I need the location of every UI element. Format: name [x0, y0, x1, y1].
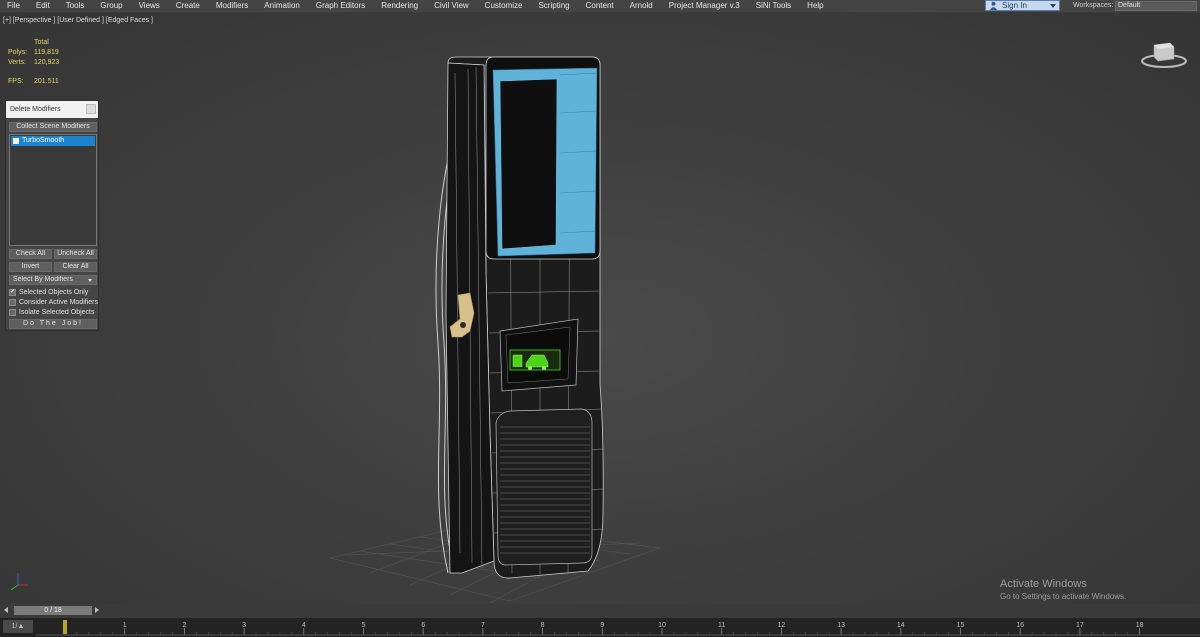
ruler-tick-label: 13	[837, 622, 845, 629]
menu-help[interactable]: Help	[799, 0, 831, 12]
option-label: Consider Active Modifiers	[19, 299, 98, 306]
chevron-down-icon	[88, 279, 92, 282]
menu-file[interactable]: File	[0, 0, 28, 12]
ruler-tick-label: 15	[957, 622, 965, 629]
fps-value: 201.511	[34, 78, 59, 85]
previous-frame-icon[interactable]	[4, 607, 8, 613]
menu-arnold[interactable]: Arnold	[622, 0, 661, 12]
control-panel	[499, 318, 579, 392]
workspace-select[interactable]: Default	[1115, 1, 1197, 11]
menu-graph-editors[interactable]: Graph Editors	[308, 0, 373, 12]
sign-in-label: Sign In	[1002, 1, 1027, 10]
activate-title: Activate Windows	[1000, 578, 1087, 590]
track-bar[interactable]: 1/▲ 1 2 3 4 5 6 7 8 9 10 11 12 13 14 15 16 17 18	[0, 618, 1200, 637]
menu-customize[interactable]: Customize	[477, 0, 531, 12]
user-icon	[989, 1, 998, 10]
ruler-tick-label: 4	[302, 622, 306, 629]
sign-in-button[interactable]: Sign In	[985, 0, 1060, 11]
axis-tripod-icon	[10, 573, 28, 591]
checkbox[interactable]	[9, 299, 16, 306]
menu-rendering[interactable]: Rendering	[373, 0, 426, 12]
select-by-label: Select By Modifiers	[13, 276, 73, 283]
check-all-button[interactable]: Check All	[9, 249, 52, 259]
panel-title: Delete Modifiers	[6, 101, 98, 118]
invert-button[interactable]: Invert	[9, 262, 52, 272]
ruler-tick-label: 10	[658, 622, 666, 629]
ruler-tick-label: 1	[123, 622, 127, 629]
stats-total-header: Total	[34, 39, 49, 46]
menu-modifiers[interactable]: Modifiers	[208, 0, 256, 12]
modifier-list[interactable]: TurboSmooth	[9, 134, 97, 246]
ruler-tick-label: 7	[481, 622, 485, 629]
option-consider-active-modifiers[interactable]: Consider Active Modifiers	[9, 298, 98, 307]
list-item-label: TurboSmooth	[22, 137, 65, 144]
do-the-job-button[interactable]: Do The Job!	[9, 319, 97, 329]
list-item-checkbox[interactable]	[13, 138, 19, 144]
ruler-tick-label: 12	[778, 622, 786, 629]
menu-edit[interactable]: Edit	[28, 0, 58, 12]
clear-all-button[interactable]: Clear All	[54, 262, 97, 272]
menu-civil-view[interactable]: Civil View	[426, 0, 477, 12]
menu-content[interactable]: Content	[578, 0, 622, 12]
fps-label: FPS:	[8, 78, 24, 85]
verts-label: Verts:	[8, 59, 26, 66]
ruler-tick-label: 9	[600, 622, 604, 629]
ruler-tick-label: 14	[897, 622, 905, 629]
screen-frame	[485, 56, 601, 260]
menu-create[interactable]: Create	[168, 0, 208, 12]
checkbox[interactable]	[9, 309, 16, 316]
chevron-down-icon	[1050, 3, 1056, 8]
ruler-tick-label: 8	[541, 622, 545, 629]
ruler-tick-label: 3	[242, 622, 246, 629]
option-label: Selected Objects Only	[19, 289, 89, 296]
activate-windows-watermark: Activate Windows Go to Settings to activ…	[1000, 578, 1126, 601]
polys-label: Polys:	[8, 49, 28, 56]
next-frame-icon[interactable]	[95, 607, 99, 613]
uncheck-all-button[interactable]: Uncheck All	[54, 249, 97, 259]
time-cursor	[63, 620, 67, 634]
delete-modifiers-panel: Delete Modifiers Collect Scene Modifiers…	[5, 100, 99, 331]
list-item-turbosmooth[interactable]: TurboSmooth	[11, 136, 95, 146]
ruler-tick-label: 6	[421, 622, 425, 629]
menu-animation[interactable]: Animation	[256, 0, 308, 12]
ruler-tick-label: 18	[1136, 622, 1144, 629]
viewcube-icon[interactable]	[1140, 37, 1188, 69]
menu-project-manager[interactable]: Project Manager v.3	[661, 0, 748, 12]
perspective-viewport[interactable]: [+] [Perspective ] [User Defined ] [Edge…	[0, 13, 1200, 604]
ruler-tick-label: 2	[182, 622, 186, 629]
ruler-tick-label: 5	[362, 622, 366, 629]
menu-scripting[interactable]: Scripting	[530, 0, 577, 12]
collect-scene-modifiers-button[interactable]: Collect Scene Modifiers	[9, 122, 97, 132]
viewport-scene[interactable]	[0, 13, 1200, 604]
polys-value: 119,819	[34, 49, 59, 56]
viewport-label[interactable]: [+] [Perspective ] [User Defined ] [Edge…	[3, 17, 153, 24]
close-icon[interactable]	[86, 104, 96, 114]
grille	[495, 408, 593, 566]
ruler-tick-label: 17	[1076, 622, 1084, 629]
option-isolate-selected-objects[interactable]: Isolate Selected Objects	[9, 308, 95, 317]
option-label: Isolate Selected Objects	[19, 309, 95, 316]
menu-group[interactable]: Group	[92, 0, 130, 12]
time-slider[interactable]: 0 / 18	[14, 606, 92, 615]
verts-value: 120,923	[34, 59, 60, 66]
workspaces-label: Workspaces:	[1073, 2, 1114, 9]
activate-subtitle: Go to Settings to activate Windows.	[1000, 592, 1127, 601]
checkbox-checked[interactable]: ✔	[9, 289, 16, 296]
stats-overlay: Total Polys: 119,819 Verts: 120,923 FPS: 20…	[8, 38, 59, 87]
time-slider-bar: 0 / 18	[0, 604, 1200, 618]
frame-ruler[interactable]: 1 2 3 4 5 6 7 8 9 10 11 12 13 14 15 16 17 18	[0, 618, 1200, 637]
ruler-tick-label: 11	[718, 622, 725, 629]
menu-tools[interactable]: Tools	[58, 0, 93, 12]
ruler-tick-label: 16	[1016, 622, 1024, 629]
menu-views[interactable]: Views	[131, 0, 168, 12]
option-selected-objects-only[interactable]: ✔ Selected Objects Only	[9, 288, 88, 297]
menu-sini-tools[interactable]: SiNi Tools	[748, 0, 799, 12]
select-by-modifiers-dropdown[interactable]: Select By Modifiers	[9, 275, 97, 285]
